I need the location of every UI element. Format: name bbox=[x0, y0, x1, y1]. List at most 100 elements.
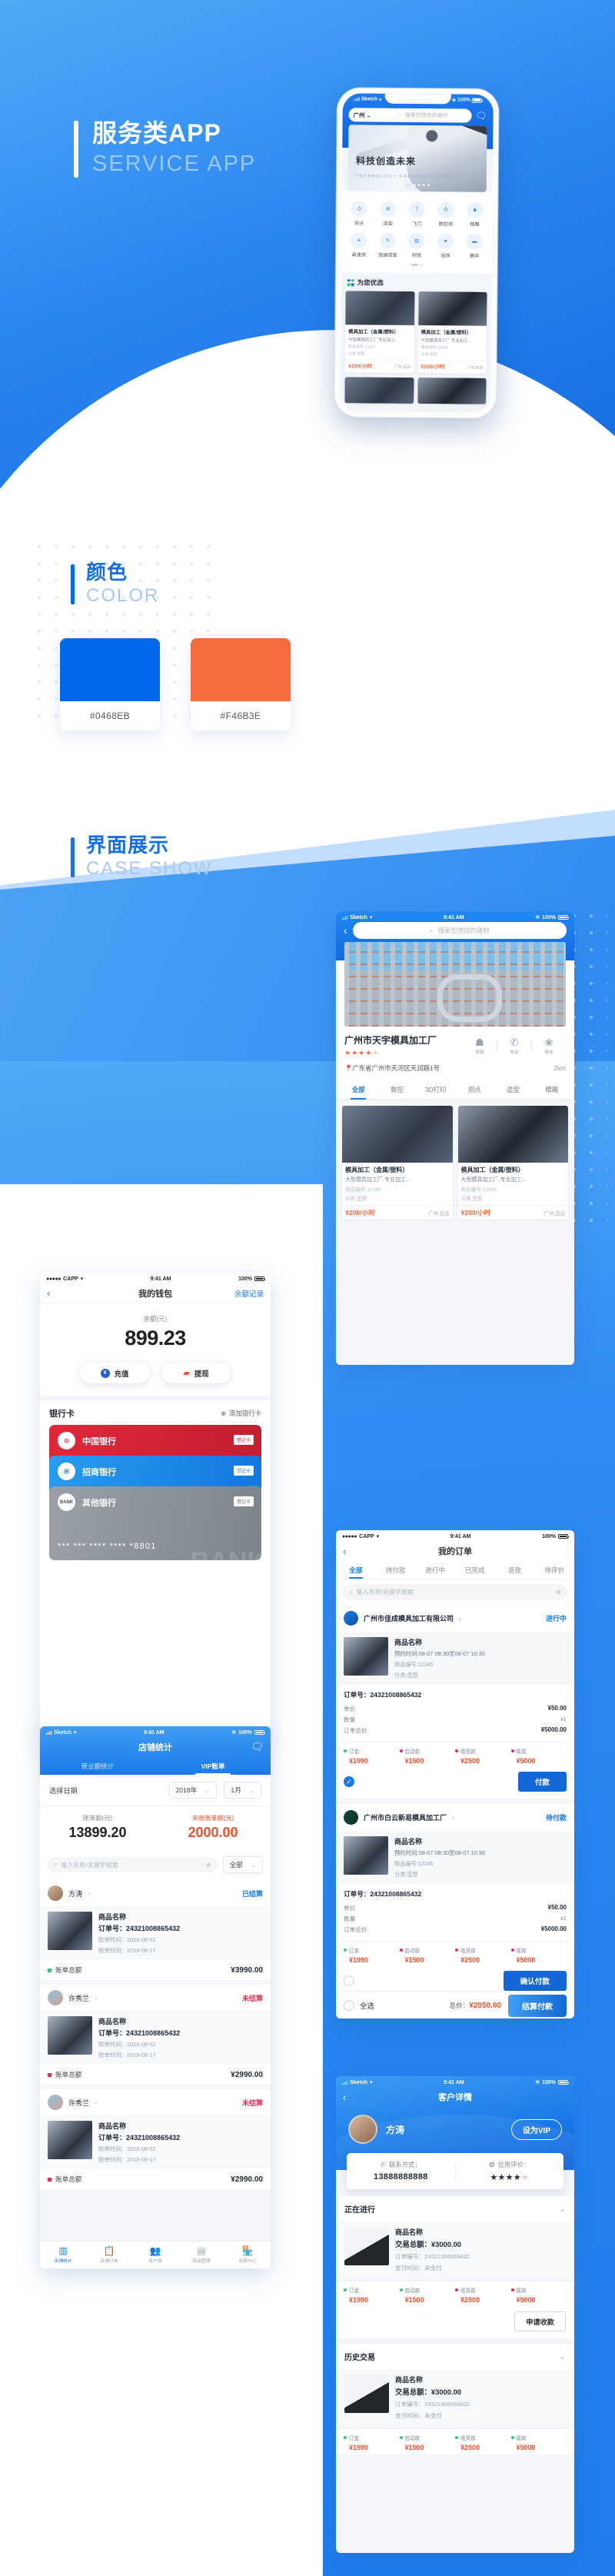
search-input[interactable]: ⌕ 搜索您想找的建材 bbox=[380, 111, 467, 120]
bill-user-row[interactable]: 方涛 › 已结算 bbox=[40, 1880, 271, 1906]
category-item[interactable]: ▬ 磨床 bbox=[460, 230, 489, 261]
search-input[interactable]: ⌕ 搜索您想找的建材 bbox=[352, 922, 567, 939]
apply-collection-button[interactable]: 申请收款 bbox=[514, 2311, 566, 2331]
tab-vip-bills[interactable]: VIP账单 bbox=[155, 1757, 271, 1775]
product-card[interactable] bbox=[344, 377, 414, 404]
tabbar-item-products[interactable]: ▤ 商品管理 bbox=[178, 2242, 224, 2268]
battery-label: 100% bbox=[542, 914, 556, 920]
search-box[interactable]: 广州 ⌄ ⌕ 搜索您想找的建材 bbox=[348, 108, 472, 123]
phone-button[interactable]: ✆ 电话 bbox=[497, 1036, 531, 1055]
order-checkbox[interactable] bbox=[344, 1975, 354, 1986]
message-icon[interactable]: 🗨 bbox=[475, 111, 487, 121]
tabbar-item-shop-stats[interactable]: ▥ 店铺统计 bbox=[40, 2242, 86, 2268]
tab-refund[interactable]: 退款 bbox=[495, 1561, 535, 1579]
category-item[interactable]: ⚙ 造型 bbox=[374, 198, 403, 230]
home-banner[interactable]: 科技创造未来 TECHNOLOGY CREATES FUTURE bbox=[347, 125, 487, 192]
tabbar-item-merchant-center[interactable]: 🏪 商家中心 bbox=[224, 2242, 271, 2268]
rapid-icon: ✎ bbox=[379, 232, 397, 249]
message-icon[interactable]: 🗨 bbox=[251, 1741, 264, 1753]
back-icon[interactable]: ‹ bbox=[343, 2092, 346, 2103]
tab-review[interactable]: 待评价 bbox=[534, 1561, 574, 1579]
history-section-header[interactable]: 历史交易 ⌄ bbox=[336, 2344, 574, 2369]
balance-record-link[interactable]: 余额记录 bbox=[234, 1288, 264, 1299]
chevron-down-icon: ⌄ bbox=[248, 1786, 254, 1794]
bill-total-row: 账单总额 ¥2990.00 bbox=[40, 2169, 271, 2189]
product-info: 模具加工（金属/塑料） 大型模具加工厂,专业加工... 商品编号:12345 分… bbox=[342, 1163, 453, 1205]
tabbar-item-clients[interactable]: 👥 客户端 bbox=[132, 2242, 178, 2268]
month-select[interactable]: 1月 ⌄ bbox=[224, 1782, 261, 1799]
back-icon[interactable]: ‹ bbox=[343, 1546, 346, 1557]
payment-item: 尾款 ¥5000 bbox=[510, 1747, 567, 1765]
back-icon[interactable]: ‹ bbox=[47, 1287, 50, 1299]
select-all-checkbox[interactable] bbox=[344, 2000, 354, 2011]
tab-measure[interactable]: 测点 bbox=[455, 1080, 494, 1099]
order-shop-row[interactable]: 广州市白云新易模具加工厂 › 待付款 bbox=[336, 1804, 574, 1831]
bill-user-row[interactable]: 许秀兰 › 未结算 bbox=[40, 1985, 271, 2011]
product-card[interactable]: 模具加工（金属/塑料） 大型模具加工厂,专业加工... 商品编号:12345 分… bbox=[342, 1106, 453, 1220]
bill-user-row[interactable]: 许秀兰 › 未结算 bbox=[40, 2089, 271, 2115]
product-desc: 大型模具加工厂,专业加工... bbox=[347, 338, 399, 343]
tab-ongoing[interactable]: 进行中 bbox=[415, 1561, 455, 1579]
category-label: 飞刀 bbox=[412, 221, 422, 228]
product-card[interactable]: 模具加工（金属/塑料） 大型模具加工厂,专业加工... 商品编号:12345 分… bbox=[417, 291, 487, 374]
tab-3dprint[interactable]: 3D打印 bbox=[417, 1080, 455, 1099]
tab-modeling[interactable]: 造型 bbox=[494, 1080, 532, 1099]
bill-date-2: 账单时间：2018-08-17 bbox=[98, 2052, 156, 2058]
recharge-button[interactable]: ¥ 充值 bbox=[80, 1363, 149, 1383]
category-item[interactable]: ⊤ 飞刀 bbox=[402, 198, 431, 230]
tab-unpaid[interactable]: 待付款 bbox=[376, 1561, 416, 1579]
category-item[interactable]: ✎ 快速成型 bbox=[373, 230, 402, 261]
wechat-button[interactable]: ❀ 微信 bbox=[532, 1036, 566, 1055]
search-placeholder: 搜索您想找的建材 bbox=[437, 927, 490, 934]
withdraw-button[interactable]: ▰ 提现 bbox=[161, 1363, 231, 1383]
filter-select[interactable]: 全部 ⌄ bbox=[222, 1856, 263, 1873]
drill-icon: ➤ bbox=[437, 233, 454, 250]
product-card[interactable]: 模具加工（金属/塑料） 大型模具加工厂,专业加工... 商品编号:12345 分… bbox=[344, 291, 415, 373]
factory-category-tabs: 全部 数控 3D打印 测点 造型 精雕 bbox=[336, 1080, 574, 1100]
city-selector[interactable]: 广州 ⌄ bbox=[353, 110, 376, 120]
year-select[interactable]: 2018年 ⌄ bbox=[168, 1782, 218, 1799]
settle-pay-button[interactable]: 结算付款 bbox=[508, 1994, 567, 2017]
tab-cnc[interactable]: 数控 bbox=[377, 1080, 416, 1099]
tab-completed[interactable]: 已完成 bbox=[455, 1561, 495, 1579]
product-info: 模具加工（金属/塑料） 大型模具加工厂,专业加工... 商品编号:12345 分… bbox=[417, 325, 487, 361]
category-item[interactable]: ➤ 钻床 bbox=[431, 230, 460, 261]
orders-search-input[interactable]: ⌕ 输入名称/关键字搜索 ⊗ bbox=[343, 1584, 567, 1600]
category-item[interactable]: ▥ 侧铣 bbox=[402, 230, 431, 261]
category-item[interactable]: ⛭ 数控铣 bbox=[431, 198, 460, 230]
product-card[interactable] bbox=[417, 378, 487, 404]
add-card-button[interactable]: ⊕ 添加银行卡 bbox=[221, 1409, 261, 1418]
clear-icon[interactable]: ⊗ bbox=[206, 1862, 211, 1869]
category-item[interactable]: ⏻ 测点 bbox=[344, 198, 374, 229]
back-icon[interactable]: ‹ bbox=[344, 924, 347, 937]
pay-button[interactable]: 付款 bbox=[517, 1772, 567, 1792]
stats-search-input[interactable]: ⌕ 输入名称/关键字搜索 ⊗ bbox=[48, 1857, 218, 1872]
confirm-pay-button[interactable]: 确认付款 bbox=[503, 1971, 567, 1991]
banner-dots[interactable] bbox=[404, 183, 430, 187]
customer-service-button[interactable]: ☗ 客服 bbox=[463, 1036, 497, 1055]
category-item[interactable]: ♟ 精雕 bbox=[460, 198, 490, 230]
tab-revenue-stats[interactable]: 营业额统计 bbox=[40, 1757, 155, 1775]
card-type-badge: 借记卡 bbox=[233, 1435, 254, 1445]
order-checkbox[interactable]: ✓ bbox=[344, 1776, 354, 1787]
avatar bbox=[48, 1990, 63, 2005]
bank-name: 招商银行 bbox=[82, 1467, 116, 1477]
grid-pager[interactable] bbox=[344, 261, 489, 271]
category-item[interactable]: ✳ 高速铣 bbox=[344, 229, 374, 261]
tabbar-item-shop-orders[interactable]: 📋 店铺订单 bbox=[86, 2242, 132, 2268]
ongoing-section-header[interactable]: 正在进行 ⌄ bbox=[336, 2196, 574, 2222]
set-vip-button[interactable]: 设为VIP bbox=[510, 2118, 562, 2140]
order-shop-row[interactable]: 广州市佳成模具加工有限公司 › 进行中 bbox=[336, 1605, 574, 1632]
pay-time: 支付时间：未支付 bbox=[395, 2412, 442, 2419]
carrier-label: Sketch bbox=[53, 1729, 71, 1736]
transaction-total: 交易总额：¥3000.00 bbox=[395, 2240, 461, 2248]
clear-icon[interactable]: ⊗ bbox=[556, 1589, 561, 1596]
tab-engraving[interactable]: 精雕 bbox=[533, 1080, 571, 1099]
bill-status: 未结算 bbox=[241, 1994, 263, 2002]
bankcard-other[interactable]: BANK 其他银行 借记卡 *** *** **** **** *8801 BA… bbox=[49, 1486, 261, 1560]
product-card[interactable]: 模具加工（金属/塑料） 大型模具加工厂,专业加工... 商品编号:12345 分… bbox=[457, 1106, 568, 1220]
product-category: 分类:造型 bbox=[460, 1196, 483, 1202]
tab-all[interactable]: 全部 bbox=[339, 1080, 377, 1099]
select-all[interactable]: 全选 bbox=[344, 2000, 374, 2011]
tab-all[interactable]: 全部 bbox=[336, 1561, 376, 1579]
